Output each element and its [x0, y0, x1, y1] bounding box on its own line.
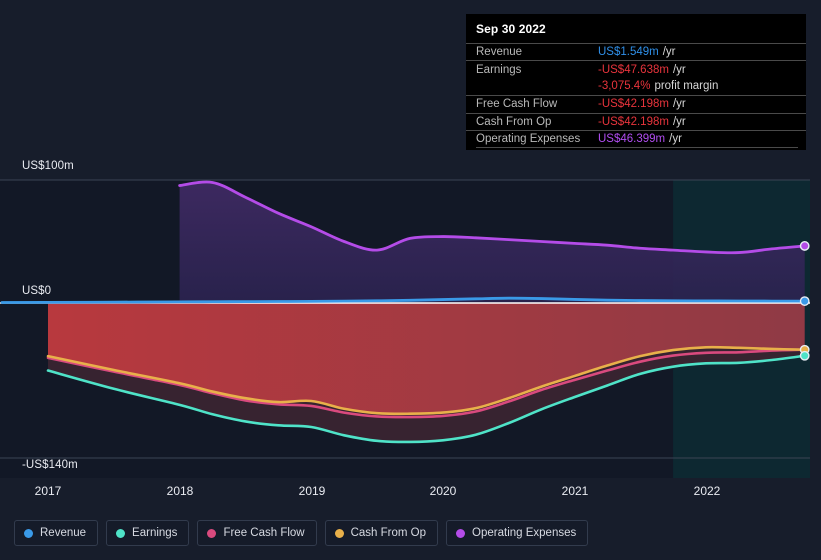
legend-color-dot-icon	[334, 528, 344, 538]
tooltip-row-value: -US$47.638m	[598, 63, 669, 76]
tooltip-row: Earnings -US$47.638m/yr	[466, 60, 806, 77]
tooltip-row-suffix: /yr	[662, 46, 676, 59]
tooltip-bottom-rule	[476, 147, 798, 149]
chart-legend: Revenue Earnings Free Cash Flow Cash From O…	[0, 516, 821, 550]
x-axis-tick-label: 2021	[561, 484, 589, 498]
x-axis-tick-label: 2018	[166, 484, 194, 498]
tooltip-row-suffix: /yr	[672, 63, 686, 76]
chart-page: US$100m US$0 -US$140m 2017 2018 2019 2020 2021…	[0, 0, 821, 560]
x-axis-tick-label: 2019	[298, 484, 326, 498]
tooltip-row-value: -US$42.198m	[598, 98, 669, 111]
y-axis-tick-label: US$0	[22, 285, 52, 297]
x-axis-tick-label: 2022	[693, 484, 721, 498]
legend-item-label: Revenue	[40, 527, 87, 539]
tooltip-row-label: Free Cash Flow	[476, 98, 558, 111]
tooltip-row-value: US$1.549m	[598, 46, 659, 59]
tooltip-row-label: Revenue	[476, 46, 523, 59]
tooltip-row-value: -3,075.4%	[598, 80, 651, 93]
tooltip-row: Operating Expenses US$46.399m/yr	[466, 129, 806, 147]
tooltip-row-value: US$46.399m	[598, 133, 666, 146]
tooltip-row-label: Cash From Op	[476, 115, 552, 128]
tooltip-row: -3,075.4% profit margin	[466, 78, 806, 95]
tooltip-rows: Revenue US$1.549m/yr Earnings -US$47.638m/y…	[466, 43, 806, 147]
legend-color-dot-icon	[456, 528, 466, 538]
legend-item-cash-from-op[interactable]: Cash From Op	[324, 520, 439, 546]
tooltip-row-value: -US$42.198m	[598, 115, 669, 128]
tooltip-date: Sep 30 2022	[476, 22, 546, 36]
y-axis-tick-label: -US$140m	[22, 459, 78, 471]
tooltip-row-suffix: /yr	[669, 133, 682, 146]
legend-color-dot-icon	[24, 528, 33, 538]
legend-item-label: Operating Expenses	[472, 527, 577, 539]
tooltip-row-label: Earnings	[476, 63, 522, 76]
data-tooltip: Sep 30 2022 Revenue US$1.549m/yr Earnings -…	[466, 14, 806, 151]
legend-item-earnings[interactable]: Earnings	[106, 520, 190, 546]
tooltip-row: Revenue US$1.549m/yr	[466, 43, 806, 60]
tooltip-row-suffix: profit margin	[654, 80, 719, 93]
legend-item-operating-expenses[interactable]: Operating Expenses	[446, 520, 589, 546]
tooltip-row: Cash From Op -US$42.198m/yr	[466, 112, 806, 130]
x-axis-tick-label: 2020	[429, 484, 457, 498]
tooltip-row-label: Operating Expenses	[476, 133, 581, 146]
x-axis-tick-label: 2017	[34, 484, 62, 498]
legend-item-label: Free Cash Flow	[223, 527, 305, 539]
tooltip-row-suffix: /yr	[672, 98, 686, 111]
legend-item-free-cash-flow[interactable]: Free Cash Flow	[197, 520, 317, 546]
legend-item-revenue[interactable]: Revenue	[14, 520, 99, 546]
tooltip-row: Free Cash Flow -US$42.198m/yr	[466, 95, 806, 112]
legend-item-label: Earnings	[132, 527, 178, 539]
legend-color-dot-icon	[116, 528, 126, 538]
legend-item-label: Cash From Op	[350, 527, 427, 539]
legend-color-dot-icon	[207, 528, 217, 538]
y-axis-tick-label: US$100m	[22, 160, 74, 172]
tooltip-row-suffix: /yr	[672, 115, 686, 128]
